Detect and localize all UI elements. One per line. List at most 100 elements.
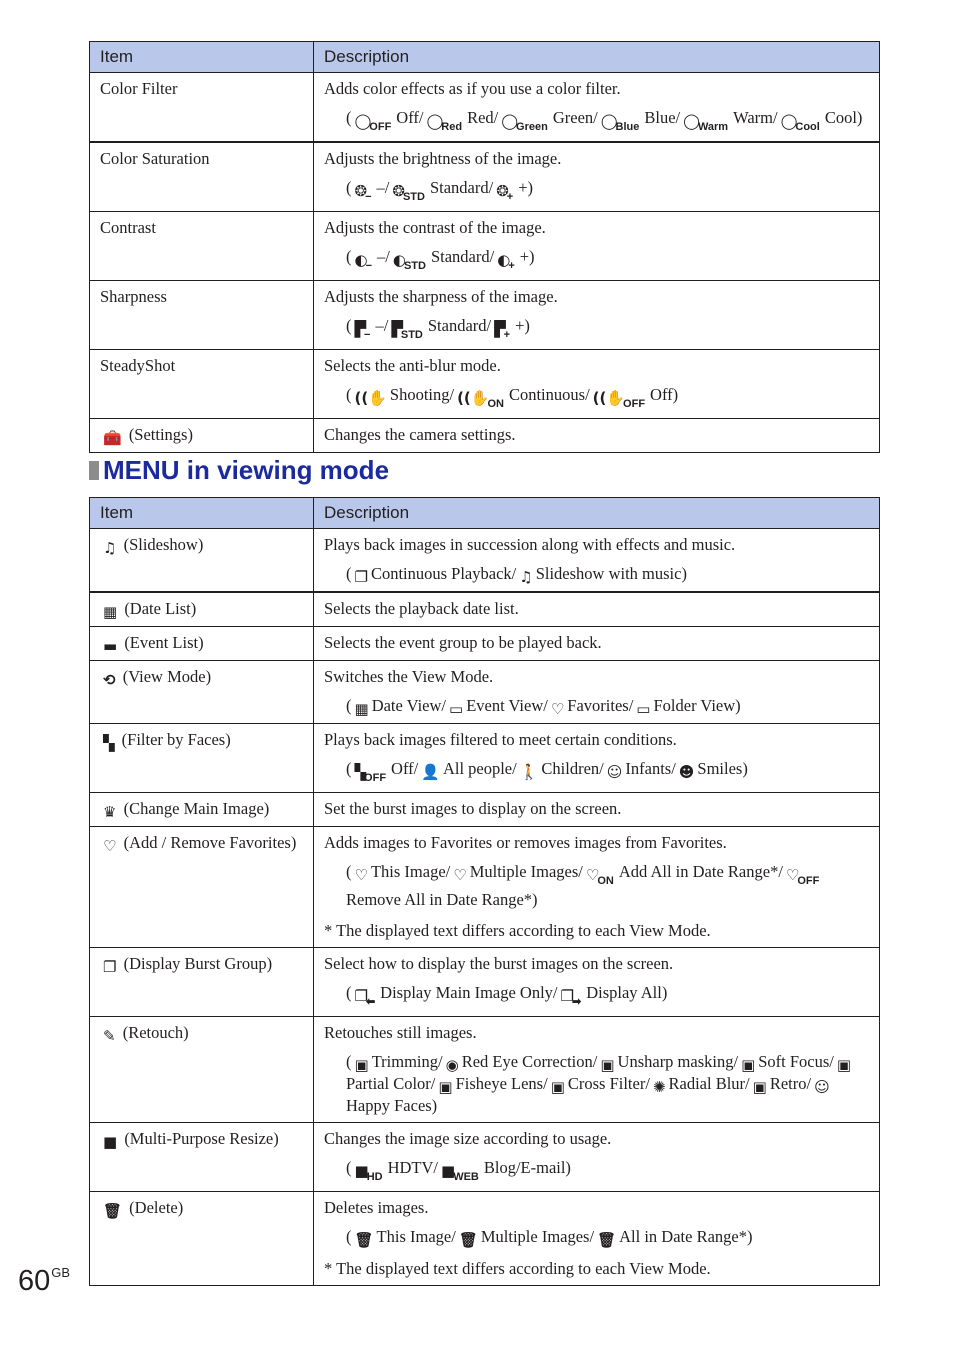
table-row: ■ (Multi-Purpose Resize) Changes the imag…: [89, 1122, 880, 1192]
icon-glyph: ☻: [678, 763, 695, 781]
description-text: Selects the event group to be played bac…: [324, 633, 602, 652]
icon-glyph: ▣: [752, 1078, 767, 1096]
description-cell: Set the burst images to display on the s…: [313, 792, 880, 827]
item-label: (Add / Remove Favorites): [123, 833, 297, 852]
description-text: Plays back images in succession along wi…: [324, 535, 736, 554]
option-label: Slideshow with music): [535, 564, 687, 583]
sharpness-minus-icon: ▛−: [355, 322, 373, 343]
option-label: Blog/E-mail): [483, 1158, 571, 1177]
smiles-icon: ☻: [679, 765, 695, 780]
header-item: Item: [89, 497, 314, 529]
date-view-icon: ▦: [355, 702, 369, 717]
steadyshot-shooting-icon: ((✋: [355, 391, 387, 406]
trimming-icon: ▣: [355, 1058, 369, 1073]
icon-subscript: Blue: [615, 121, 640, 133]
option-label: Multiple Images/: [469, 862, 583, 881]
footnote: * The displayed text differs according t…: [324, 921, 711, 940]
description-text: Adds color effects as if you use a color…: [324, 79, 621, 98]
option-label: Cool): [824, 108, 863, 127]
color-filter-green-icon: ◯Green: [501, 114, 550, 135]
option-label: This Image/: [376, 1227, 456, 1246]
icon-subscript: Red: [441, 121, 463, 133]
description-cell: Plays back images in succession along wi…: [313, 528, 880, 593]
item-label: Color Saturation: [100, 149, 210, 168]
table-header-row: Item Description: [89, 41, 880, 73]
unsharp-masking-icon: ▣: [600, 1058, 614, 1073]
description-text: Adds images to Favorites or removes imag…: [324, 833, 727, 852]
icon-glyph: ▣: [354, 1056, 369, 1074]
icon-subscript: OFF: [369, 121, 392, 133]
page-number: 60GB: [18, 1265, 70, 1298]
icon-subscript: −: [365, 191, 372, 203]
icon-subscript: +: [506, 191, 514, 203]
description-text: Switches the View Mode.: [324, 667, 494, 686]
footnote: * The displayed text differs according t…: [324, 1259, 711, 1278]
shooting-menu-table: Item Description Color Filter Adds color …: [89, 41, 880, 453]
color-filter-blue-icon: ◯Blue: [601, 114, 642, 135]
delete-date-range-icon: 🗑: [597, 1233, 616, 1248]
description-text: Select how to display the burst images o…: [324, 954, 674, 973]
partial-color-icon: ▣: [837, 1058, 851, 1073]
continuous-playback-icon: ❐: [355, 570, 368, 585]
view-mode-icon: ⟲: [103, 671, 116, 689]
option-label: All in Date Range*): [619, 1227, 753, 1246]
favorite-add-all-icon: ♡ON: [586, 868, 616, 889]
icon-subscript: OFF: [797, 875, 820, 887]
item-cell: ❐ (Display Burst Group): [89, 947, 314, 1017]
infants-icon: ☺: [607, 765, 623, 780]
favorites-icon: ♡: [551, 702, 564, 717]
table-row: Color Filter Adds color effects as if you…: [89, 72, 880, 143]
event-view-icon: ▭: [449, 702, 463, 717]
description-cell: Selects the event group to be played bac…: [313, 626, 880, 661]
icon-glyph: 🗑: [354, 1231, 374, 1249]
option-label: Off): [650, 385, 679, 404]
icon-glyph: 🚶: [519, 763, 539, 781]
icon-glyph: ▦: [354, 700, 369, 718]
retro-icon: ▣: [753, 1080, 767, 1095]
option-label: Continuous/: [508, 385, 590, 404]
section-title-text: MENU in viewing mode: [103, 455, 390, 485]
icon-subscript: STD: [400, 329, 423, 341]
description-cell: Adds images to Favorites or removes imag…: [313, 826, 880, 948]
icon-subscript: −: [365, 260, 373, 272]
icon-subscript: WEB: [453, 1171, 479, 1183]
item-cell: Sharpness: [89, 280, 314, 350]
icon-subscript: OFF: [623, 398, 646, 410]
icon-subscript: Green: [516, 121, 548, 133]
icon-glyph: 🗑: [597, 1231, 617, 1249]
options-list: (♡ This Image/♡ Multiple Images/♡ON Add All…: [346, 862, 820, 909]
icon-subscript: +: [508, 260, 515, 272]
option-label: Continuous Playback/: [370, 564, 517, 583]
option-label: This Image/: [370, 862, 451, 881]
filter-faces-icon: ▚: [103, 734, 115, 752]
item-label: (Change Main Image): [123, 799, 270, 818]
table-row: ▬ (Event List) Selects the event group to…: [89, 626, 880, 661]
icon-subscript: +: [503, 329, 511, 341]
table-header-row: Item Description: [89, 497, 880, 529]
table-row: ▦ (Date List) Selects the playback date l…: [89, 591, 880, 627]
children-icon: 🚶: [520, 765, 539, 780]
page-number-value: 60: [18, 1265, 51, 1297]
description-cell: Adjusts the sharpness of the image.(▛− –/…: [313, 280, 880, 350]
radial-blur-icon: ✺: [653, 1080, 666, 1095]
icon-glyph: ▭: [449, 700, 464, 718]
item-cell: Contrast: [89, 211, 314, 281]
heart-icon: ♡: [103, 837, 117, 855]
options-list: (■HD HDTV/■WEB Blog/E-mail): [346, 1158, 571, 1183]
options-list: (((✋ Shooting/((✋ON Continuous/((✋OFF Off): [346, 385, 679, 410]
item-label: Color Filter: [100, 79, 178, 98]
icon-subscript: ➡: [571, 996, 582, 1008]
section-title: MENU in viewing mode: [89, 455, 389, 486]
option-label: Smiles): [697, 759, 748, 778]
sharpness-standard-icon: ▛STD: [391, 322, 425, 343]
description-text: Changes the image size according to usag…: [324, 1129, 612, 1148]
option-label: Happy Faces): [346, 1096, 438, 1115]
description-text: Adjusts the contrast of the image.: [324, 218, 546, 237]
item-label: (Event List): [124, 633, 204, 652]
options-list: (◐− –/◐STD Standard/◐+ +): [346, 247, 535, 272]
description-text: Retouches still images.: [324, 1023, 477, 1042]
icon-glyph: ▣: [600, 1056, 615, 1074]
item-label: Contrast: [100, 218, 156, 237]
table-row: SteadyShot Selects the anti-blur mode.(((…: [89, 349, 880, 419]
item-cell: 🧰 (Settings): [89, 418, 314, 453]
